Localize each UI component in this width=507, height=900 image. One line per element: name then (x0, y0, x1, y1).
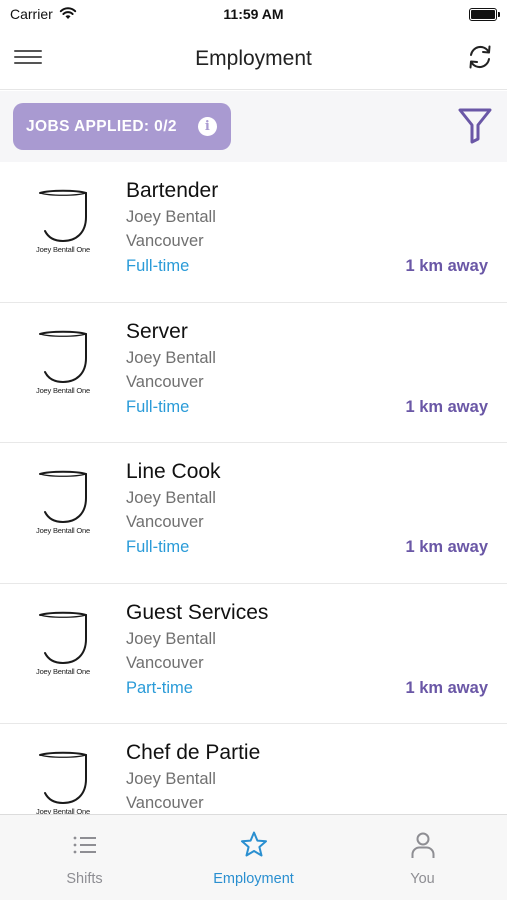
job-city: Vancouver (126, 513, 204, 531)
job-city: Vancouver (126, 232, 204, 250)
job-distance: 1 km away (405, 397, 488, 416)
job-title: Chef de Partie (126, 741, 261, 764)
job-title: Server (126, 319, 188, 343)
company-logo: Joey Bentall One (28, 189, 98, 261)
job-company: Joey Bentall (126, 208, 216, 226)
job-distance: 1 km away (405, 257, 488, 275)
hamburger-menu-icon[interactable] (14, 46, 42, 70)
job-title: Bartender (126, 179, 219, 202)
job-company: Joey Bentall (126, 770, 216, 788)
job-city: Vancouver (126, 653, 204, 672)
tab-you[interactable]: You (338, 815, 507, 900)
job-city: Vancouver (126, 372, 204, 391)
company-logo: Joey Bentall One (28, 751, 98, 814)
job-type: Part-time (126, 678, 193, 697)
tab-employment[interactable]: Employment (169, 815, 338, 900)
job-type: Full-time (126, 257, 190, 275)
tab-employment-label: Employment (213, 871, 294, 887)
job-list[interactable]: Joey Bentall One Bartender Joey Bentall Van… (0, 162, 507, 814)
job-type: Full-time (126, 538, 190, 556)
job-list-item[interactable]: Joey Bentall One Line Cook Joey Bentall Van… (0, 443, 507, 584)
job-distance: 1 km away (405, 538, 488, 556)
status-time: 11:59 AM (223, 6, 284, 22)
job-company: Joey Bentall (126, 629, 216, 648)
person-icon (408, 830, 438, 860)
job-distance: 1 km away (405, 678, 488, 697)
company-logo: Joey Bentall One (28, 611, 98, 683)
job-list-item[interactable]: Joey Bentall One Chef de Partie Joey Benta… (0, 724, 507, 814)
logo-text: Joey Bentall One (36, 245, 90, 254)
tab-shifts-label: Shifts (66, 871, 103, 887)
job-company: Joey Bentall (126, 489, 216, 507)
job-list-item[interactable]: Joey Bentall One Server Joey Bentall Vancou… (0, 302, 507, 443)
info-icon[interactable]: i (198, 117, 217, 136)
company-logo: Joey Bentall One (28, 330, 98, 402)
job-company: Joey Bentall (126, 348, 216, 367)
job-list-item[interactable]: Joey Bentall One Guest Services Joey Benta… (0, 583, 507, 724)
company-logo: Joey Bentall One (28, 470, 98, 542)
tab-shifts[interactable]: Shifts (0, 815, 169, 900)
job-title: Guest Services (126, 600, 269, 624)
navigation-bar: Employment (0, 28, 507, 90)
job-city: Vancouver (126, 794, 204, 812)
tab-bar: Shifts Employment You (0, 814, 507, 900)
status-bar: Carrier 11:59 AM (0, 0, 507, 28)
logo-text: Joey Bentall One (36, 385, 90, 395)
logo-text: Joey Bentall One (36, 666, 90, 676)
filter-bar: JOBS APPLIED: 0/2 i (0, 91, 507, 162)
page-title: Employment (195, 46, 312, 70)
tab-you-label: You (410, 871, 435, 887)
refresh-icon[interactable] (465, 42, 495, 72)
funnel-filter-icon[interactable] (457, 105, 493, 145)
job-list-item[interactable]: Joey Bentall One Bartender Joey Bentall Van… (0, 162, 507, 303)
logo-text: Joey Bentall One (36, 526, 90, 535)
jobs-applied-badge[interactable]: JOBS APPLIED: 0/2 i (13, 103, 231, 150)
star-icon (239, 830, 269, 860)
job-type: Full-time (126, 397, 190, 416)
jobs-applied-label: JOBS APPLIED: 0/2 (26, 117, 177, 135)
job-title: Line Cook (126, 460, 221, 483)
battery-icon (469, 7, 500, 21)
list-icon (70, 830, 100, 860)
logo-text: Joey Bentall One (36, 807, 90, 814)
